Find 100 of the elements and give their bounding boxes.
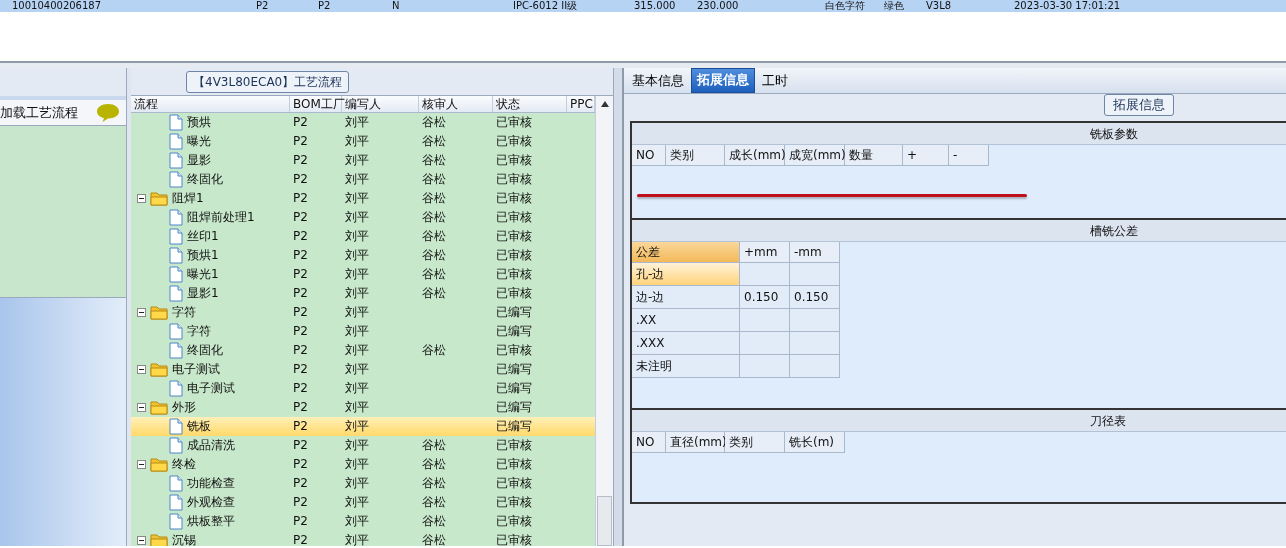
table-cell: 0.150: [790, 285, 840, 309]
scrollbar[interactable]: [595, 96, 613, 546]
tree-row[interactable]: 终固化 P2 刘平 谷松 已审核: [131, 170, 595, 189]
column-header[interactable]: NO: [632, 144, 666, 166]
table-cell: 刘平: [345, 286, 369, 300]
tree-row[interactable]: 铣板 P2 刘平 已编写: [131, 417, 595, 436]
collapse-icon[interactable]: [137, 194, 146, 203]
column-header[interactable]: 状态: [493, 96, 567, 112]
table-cell-text: 315.000: [634, 0, 677, 12]
tree-row[interactable]: 外观检查 P2 刘平 谷松 已审核: [131, 493, 595, 512]
table-cell: 刘平: [345, 419, 369, 433]
tree-label: 电子测试: [187, 380, 235, 397]
tree-row[interactable]: 字符 P2 刘平 已编写: [131, 303, 595, 322]
table-cell-text: P2: [256, 0, 270, 12]
tree-row[interactable]: 电子测试 P2 刘平 已编写: [131, 379, 595, 398]
tree-row[interactable]: 阻焊前处理1 P2 刘平 谷松 已审核: [131, 208, 595, 227]
column-header[interactable]: 成宽(mm): [785, 144, 845, 166]
table-cell: [740, 262, 790, 286]
tree-row[interactable]: 成品清洗 P2 刘平 谷松 已审核: [131, 436, 595, 455]
row-header[interactable]: 孔-边: [632, 262, 740, 286]
table-cell: 已审核: [496, 343, 532, 357]
table-cell: 已审核: [496, 495, 532, 509]
table-cell: 刘平: [345, 134, 369, 148]
row-header[interactable]: 未注明: [632, 354, 740, 378]
tree-label: 外观检查: [187, 494, 235, 511]
tab[interactable]: 工时: [757, 70, 793, 93]
folder-icon: [150, 400, 168, 415]
tree-row[interactable]: 预烘 P2 刘平 谷松 已审核: [131, 113, 595, 132]
table-cell: 谷松: [422, 476, 446, 490]
table-cell-text: 绿色: [884, 0, 905, 12]
table-cell: P2: [293, 533, 308, 546]
column-header[interactable]: +mm: [740, 241, 790, 263]
tree-label: 预烘1: [187, 247, 219, 264]
tree-label: 电子测试: [172, 361, 220, 378]
tree-row[interactable]: 烘板整平 P2 刘平 谷松 已审核: [131, 512, 595, 531]
tree-row[interactable]: 曝光1 P2 刘平 谷松 已审核: [131, 265, 595, 284]
table-cell-text: 230.000: [697, 0, 740, 12]
column-header[interactable]: 核审人: [419, 96, 493, 112]
column-header[interactable]: 类别: [725, 431, 785, 453]
tree-label: 烘板整平: [187, 513, 235, 530]
section-header: 铣板参数: [632, 122, 1286, 145]
collapse-icon[interactable]: [137, 460, 146, 469]
column-header[interactable]: 流程: [131, 96, 290, 112]
tree-label: 曝光1: [187, 266, 219, 283]
column-header[interactable]: +: [903, 144, 949, 166]
column-header[interactable]: -mm: [790, 241, 840, 263]
tab[interactable]: 基本信息: [627, 70, 689, 93]
collapse-icon[interactable]: [137, 308, 146, 317]
table-cell: 谷松: [422, 533, 446, 546]
table-cell: 刘平: [345, 324, 369, 338]
row-header[interactable]: 边-边: [632, 285, 740, 309]
tree-row[interactable]: 终检 P2 刘平 谷松 已审核: [131, 455, 595, 474]
table-cell: 刘平: [345, 438, 369, 452]
tree-row[interactable]: 丝印1 P2 刘平 谷松 已审核: [131, 227, 595, 246]
tree-row[interactable]: 字符 P2 刘平 已编写: [131, 322, 595, 341]
tree-row[interactable]: 显影 P2 刘平 谷松 已审核: [131, 151, 595, 170]
tree-row[interactable]: 电子测试 P2 刘平 已编写: [131, 360, 595, 379]
tree-row[interactable]: 功能检查 P2 刘平 谷松 已审核: [131, 474, 595, 493]
table-cell: 刘平: [345, 495, 369, 509]
table-cell: 0.150: [740, 285, 790, 309]
column-header[interactable]: 铣长(m): [785, 431, 845, 453]
tree-row[interactable]: 外形 P2 刘平 已编写: [131, 398, 595, 417]
table-cell: 刘平: [345, 172, 369, 186]
column-header[interactable]: -: [949, 144, 989, 166]
row-header[interactable]: .XX: [632, 308, 740, 332]
table-cell: P2: [293, 305, 308, 319]
tree-label: 预烘: [187, 114, 211, 131]
tree-row[interactable]: 显影1 P2 刘平 谷松 已审核: [131, 284, 595, 303]
tree-label: 成品清洗: [187, 437, 235, 454]
collapse-icon[interactable]: [137, 536, 146, 545]
column-header[interactable]: 直径(mm): [666, 431, 725, 453]
table-cell: 谷松: [422, 514, 446, 528]
collapse-icon[interactable]: [137, 365, 146, 374]
grid-row[interactable]: 10010400206187 P2 P2 N IPC-6012 II级 315.000 230.000 白色字符 绿色 V3L8 2023-03-30 17:01:21: [0, 0, 1286, 12]
document-icon: [169, 152, 183, 169]
tab[interactable]: 拓展信息: [691, 68, 755, 93]
collapse-icon[interactable]: [137, 403, 146, 412]
column-header[interactable]: 类别: [666, 144, 725, 166]
tree-row[interactable]: 沉锡 P2 刘平 谷松 已审核: [131, 531, 595, 546]
tree-row[interactable]: 终固化 P2 刘平 谷松 已审核: [131, 341, 595, 360]
column-header[interactable]: 公差: [632, 241, 740, 263]
scroll-up-icon[interactable]: [599, 100, 610, 108]
tree-row[interactable]: 阻焊1 P2 刘平 谷松 已审核: [131, 189, 595, 208]
tree-row[interactable]: 预烘1 P2 刘平 谷松 已审核: [131, 246, 595, 265]
table-cell: [790, 308, 840, 332]
table-cell: P2: [293, 419, 308, 433]
document-icon: [169, 228, 183, 245]
tree-label: 终固化: [187, 171, 223, 188]
column-header[interactable]: NO: [632, 431, 666, 453]
table-cell: 谷松: [422, 210, 446, 224]
table-cell: [790, 262, 840, 286]
table-cell: P2: [293, 191, 308, 205]
tree-row[interactable]: 曝光 P2 刘平 谷松 已审核: [131, 132, 595, 151]
scroll-thumb[interactable]: [597, 496, 612, 546]
column-header[interactable]: 数量: [845, 144, 903, 166]
table-cell: 谷松: [422, 438, 446, 452]
column-header[interactable]: 成长(mm): [725, 144, 785, 166]
tree-label: 沉锡: [172, 532, 196, 546]
document-icon: [169, 171, 183, 188]
row-header[interactable]: .XXX: [632, 331, 740, 355]
